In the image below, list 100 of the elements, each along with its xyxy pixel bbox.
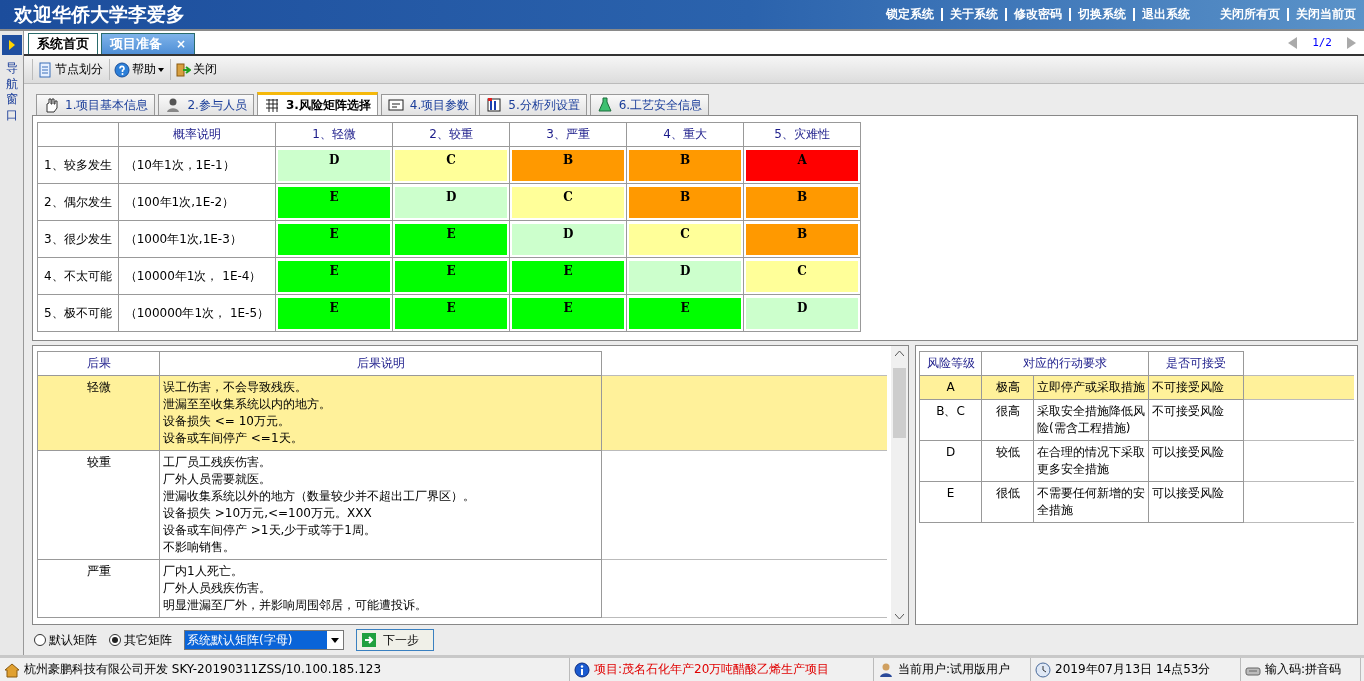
caret-icon (158, 67, 164, 72)
person-icon (165, 97, 182, 113)
table-cell: D (919, 440, 982, 482)
flask-icon (596, 97, 613, 113)
toolbar-button[interactable]: 节点划分 (32, 59, 107, 80)
risk-grade-cell[interactable]: C (395, 149, 508, 181)
table-cell: 在合理的情况下采取更多安全措施 (1033, 440, 1149, 482)
radio-button[interactable] (34, 634, 46, 646)
table-cell: 工厂员工残疾伤害。 厂外人员需要就医。 泄漏收集系统以外的地方（数量较少并不超出工厂界区）。 设备损失 >10万元,<=100万元。XXX 设备或车间停产 >1天,少于或等于1周。 不影响销售。 (159, 450, 602, 560)
risk-grade-cell[interactable]: B (746, 223, 859, 255)
page-tab[interactable]: 系统首页 (28, 33, 98, 54)
risk-grade-cell[interactable]: E (278, 297, 391, 329)
table-cell: 3、很少发生 (37, 220, 119, 258)
risk-grade-cell[interactable]: D (746, 297, 859, 329)
expand-icon (7, 40, 16, 50)
risk-grade-cell[interactable]: E (629, 297, 742, 329)
section-tab[interactable]: 4.项目参数 (380, 94, 477, 115)
status-text: 2019年07月13日 14点53分 (1055, 661, 1211, 678)
next-step-button[interactable]: 下一步 (356, 629, 434, 651)
nav-window-label[interactable]: 导航窗口 (5, 61, 18, 124)
table-row[interactable]: 严重 厂内1人死亡。 厂外人员残疾伤害。 明显泄漏至厂外，并影响周围邻居，可能遭投诉。 (37, 559, 887, 618)
clock-icon (1035, 661, 1051, 678)
table-cell: 不可接受风险 (1148, 375, 1244, 400)
scroll-down-icon[interactable] (895, 614, 904, 620)
header-link[interactable]: 切换系统 (1078, 6, 1126, 23)
risk-grade-cell[interactable]: E (512, 260, 625, 292)
header-link[interactable]: 退出系统 (1142, 6, 1190, 23)
page-counter: 1/2 (1312, 36, 1332, 49)
risk-grade-cell[interactable]: E (395, 223, 508, 255)
radio-label: 其它矩阵 (124, 631, 172, 649)
risk-grade-cell[interactable]: E (278, 260, 391, 292)
column-header: 概率说明 (118, 122, 276, 147)
hand-icon (43, 97, 59, 113)
column-header: 是否可接受 (1148, 351, 1244, 376)
table-cell: 4、不太可能 (37, 257, 119, 295)
table-cell: A (919, 375, 982, 400)
risk-grade-cell[interactable]: E (278, 223, 391, 255)
section-tab[interactable]: 6.工艺安全信息 (589, 94, 710, 115)
scroll-thumb[interactable] (893, 368, 906, 438)
table-cell: 立即停产或采取措施 (1033, 375, 1149, 400)
radio-button[interactable] (109, 634, 121, 646)
section-tab[interactable]: 3.风险矩阵选择 (256, 92, 378, 115)
risk-grade-cell[interactable]: A (746, 149, 859, 181)
risk-grade-cell[interactable]: B (512, 149, 625, 181)
column-header: 对应的行动要求 (981, 351, 1149, 376)
risk-grade-cell[interactable]: B (746, 186, 859, 218)
risk-grade-cell[interactable]: B (629, 186, 742, 218)
help-icon (114, 61, 130, 78)
matrix-dropdown[interactable]: 系统默认矩阵(字母) (184, 630, 344, 650)
risk-grade-cell[interactable]: E (278, 186, 391, 218)
section-tab[interactable]: 2.参与人员 (158, 94, 254, 115)
risk-grade-cell[interactable]: D (395, 186, 508, 218)
table-cell: E (919, 481, 982, 523)
table-cell: （1000年1次,1E-3） (118, 220, 276, 258)
columns-icon (486, 97, 503, 113)
welcome-title: 欢迎华侨大学李爱多 (14, 1, 186, 27)
header-link[interactable]: 锁定系统 (886, 6, 934, 23)
table-cell: 极高 (981, 375, 1034, 400)
scroll-up-icon[interactable] (895, 350, 904, 356)
table-cell: （10年1次，1E-1） (118, 146, 276, 184)
table-row[interactable]: 轻微 误工伤害，不会导致残疾。 泄漏至至收集系统以内的地方。 设备损失 <= 10万元。 设备或车间停产 <=1天。 (37, 375, 887, 451)
risk-grade-cell[interactable]: C (746, 260, 859, 292)
toolbar-button[interactable]: 关闭 (170, 59, 221, 80)
table-row[interactable]: D 较低 在合理的情况下采取更多安全措施 可以接受风险 (919, 440, 1354, 482)
radio-option[interactable]: 其它矩阵 (109, 631, 172, 649)
section-tab[interactable]: 1.项目基本信息 (36, 94, 156, 115)
risk-grade-cell[interactable]: C (512, 186, 625, 218)
header-link[interactable]: 关于系统 (950, 6, 998, 23)
expand-button[interactable] (1, 35, 22, 55)
status-text: 项目:茂名石化年产20万吨醋酸乙烯生产项目 (594, 661, 830, 678)
table-row[interactable]: E 很低 不需要任何新增的安全措施 可以接受风险 (919, 481, 1354, 523)
user-icon (878, 661, 894, 678)
risk-grade-cell[interactable]: E (512, 297, 625, 329)
scrollbar[interactable] (891, 346, 908, 624)
info-icon (574, 661, 590, 678)
table-cell: B、C (919, 399, 982, 441)
table-row[interactable]: A 极高 立即停产或采取措施 不可接受风险 (919, 375, 1354, 400)
risk-grade-cell[interactable]: C (629, 223, 742, 255)
table-row[interactable]: 较重 工厂员工残疾伤害。 厂外人员需要就医。 泄漏收集系统以外的地方（数量较少并不超出工厂界区）。 设备损失 >10万元,<=100万元。XXX 设备或车间停产 >1天,少于或等于1周。 不影响销售。 (37, 450, 887, 560)
risk-grade-cell[interactable]: D (629, 260, 742, 292)
radio-option[interactable]: 默认矩阵 (34, 631, 97, 649)
caret-icon[interactable] (331, 637, 339, 643)
risk-grade-cell[interactable]: E (395, 260, 508, 292)
house-icon (4, 661, 20, 678)
risk-grade-cell[interactable]: E (395, 297, 508, 329)
table-cell: 较重 (37, 450, 160, 560)
table-row[interactable]: B、C 很高 采取安全措施降低风险(需含工程措施) 不可接受风险 (919, 399, 1354, 441)
risk-grade-cell[interactable]: D (512, 223, 625, 255)
section-tab[interactable]: 5.分析列设置 (479, 94, 587, 115)
table-cell: 不需要任何新增的安全措施 (1033, 481, 1149, 523)
table-cell: 5、极不可能 (37, 294, 119, 332)
table-cell: 严重 (37, 559, 160, 618)
status-text: 输入码:拼音码 (1265, 661, 1342, 678)
risk-grade-cell[interactable]: D (278, 149, 391, 181)
table-cell: 误工伤害，不会导致残疾。 泄漏至至收集系统以内的地方。 设备损失 <= 10万元。 设备或车间停产 <=1天。 (159, 375, 602, 451)
header-link[interactable]: 关闭所有页 (1220, 6, 1280, 23)
header-link[interactable]: 修改密码 (1014, 6, 1062, 23)
table-cell: 很低 (981, 481, 1034, 523)
toolbar-button[interactable]: 帮助 (109, 59, 168, 80)
risk-grade-cell[interactable]: B (629, 149, 742, 181)
